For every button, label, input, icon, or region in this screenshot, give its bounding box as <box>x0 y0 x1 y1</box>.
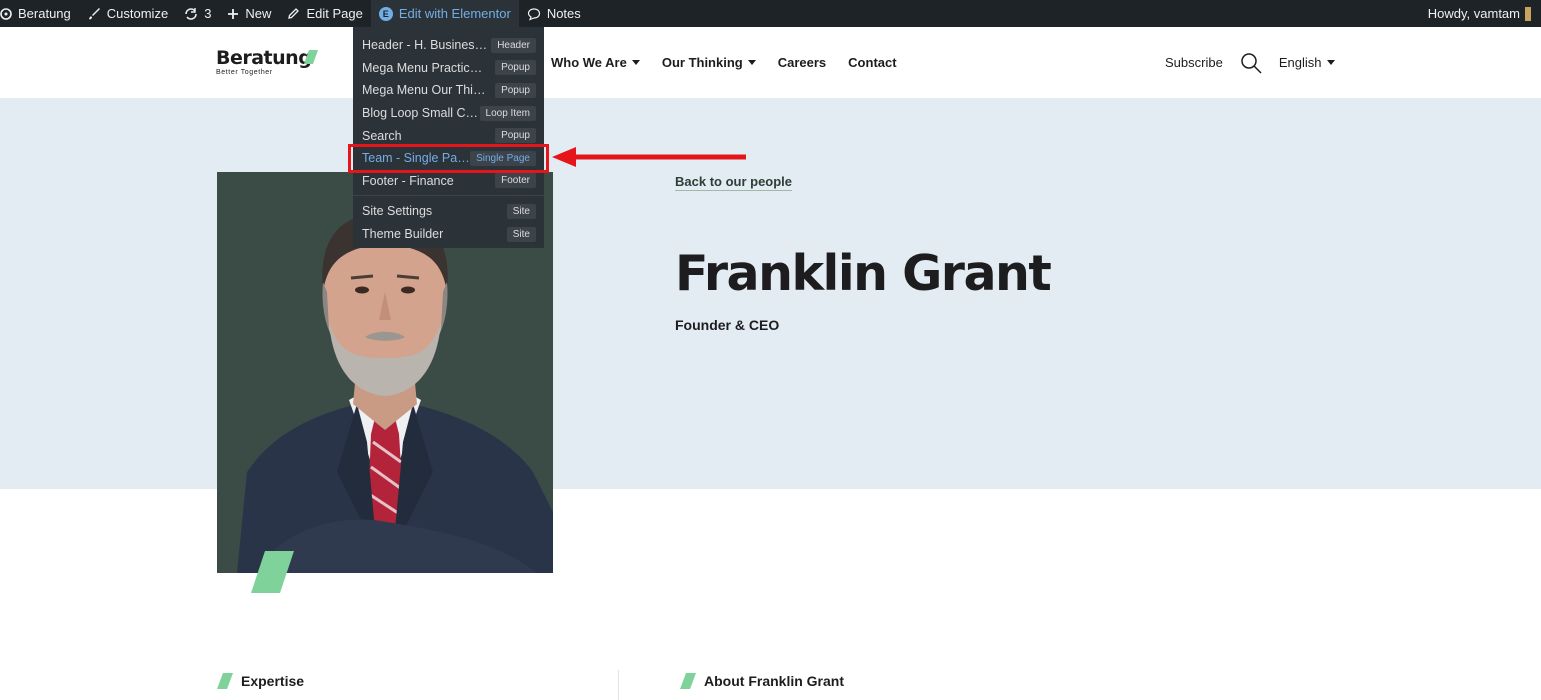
logo-tagline: Better Together <box>216 69 273 76</box>
menu-item-tag: Popup <box>495 82 536 98</box>
menu-item-header-template[interactable]: Header - H. Business ... Header <box>353 34 544 57</box>
menu-item-tag: Header <box>491 37 536 53</box>
menu-item-tag: Loop Item <box>479 105 536 121</box>
expertise-title: Expertise <box>241 673 305 689</box>
admin-bar-new[interactable]: New <box>219 0 279 27</box>
admin-bar-edit-with-elementor[interactable]: E Edit with Elementor <box>370 0 519 27</box>
about-title: About Franklin Grant <box>704 673 844 689</box>
caret-down-icon <box>1327 60 1336 65</box>
nav-item-contact[interactable]: Contact <box>848 55 896 70</box>
slash-icon <box>680 673 696 689</box>
menu-item-label: Blog Loop Small Co... <box>362 106 480 121</box>
menu-item-label: Mega Menu Our Thinki... <box>362 83 488 98</box>
menu-item-label: Search <box>362 128 402 143</box>
edit-page-label: Edit Page <box>306 6 363 21</box>
plus-icon <box>228 8 239 19</box>
elementor-templates-dropdown: Header - H. Business ... Header Mega Men… <box>348 27 549 248</box>
menu-item-tag: Popup <box>495 128 536 144</box>
about-heading: About Franklin Grant <box>680 673 844 689</box>
nav-label: Careers <box>777 55 827 70</box>
menu-item-tag: Single Page <box>470 150 536 166</box>
menu-item-label: Mega Menu Practice A... <box>362 60 488 75</box>
menu-item-mega-menu-practice[interactable]: Mega Menu Practice A... Popup <box>353 57 544 80</box>
dashboard-icon <box>0 7 12 20</box>
edit-with-elementor-label: Edit with Elementor <box>398 6 511 21</box>
logo-wordmark: Beratung <box>216 47 312 69</box>
menu-item-site-settings[interactable]: Site Settings Site <box>353 200 544 223</box>
menu-item-tag: Footer <box>495 173 536 189</box>
brush-icon <box>88 7 100 19</box>
admin-bar-site-name[interactable]: Beratung <box>0 0 79 27</box>
site-header: Beratung Better Together Who We Are Our … <box>0 27 1541 98</box>
caret-down-icon <box>747 60 756 65</box>
caret-down-icon <box>631 60 640 65</box>
admin-bar-updates[interactable]: 3 <box>176 0 219 27</box>
column-divider <box>618 670 619 700</box>
nav-label: Contact <box>848 55 897 70</box>
elementor-icon: E <box>378 6 393 21</box>
main-nav: Who We Are Our Thinking Careers Contact <box>551 27 897 98</box>
menu-item-search[interactable]: Search Popup <box>353 124 544 147</box>
nav-label: Our Thinking <box>661 55 743 70</box>
language-label: English <box>1278 55 1322 70</box>
admin-bar-notes[interactable]: Notes <box>519 0 589 27</box>
slash-icon <box>217 673 233 689</box>
nav-label: Who We Are <box>551 55 627 70</box>
site-name-label: Beratung <box>18 6 71 21</box>
search-icon[interactable] <box>1240 52 1262 74</box>
accent-slash-icon <box>251 551 294 593</box>
menu-item-mega-menu-thinking[interactable]: Mega Menu Our Thinki... Popup <box>353 79 544 102</box>
menu-divider <box>353 195 544 197</box>
header-actions: Subscribe English <box>1165 27 1336 98</box>
menu-item-label: Team - Single Page <box>362 151 471 166</box>
menu-item-tag: Popup <box>495 60 536 76</box>
back-to-people-link[interactable]: Back to our people <box>675 174 793 191</box>
logo-slash-icon <box>304 50 318 64</box>
admin-bar-edit-page[interactable]: Edit Page <box>279 0 370 27</box>
menu-item-tag: Site <box>506 226 536 242</box>
site-logo[interactable]: Beratung Better Together <box>216 47 318 76</box>
nav-item-our-thinking[interactable]: Our Thinking <box>662 55 756 70</box>
updates-count: 3 <box>204 6 212 21</box>
menu-item-label: Footer - Finance <box>362 173 454 188</box>
admin-bar-my-account[interactable]: Howdy, vamtam <box>1428 0 1531 27</box>
menu-item-theme-builder[interactable]: Theme Builder Site <box>353 223 544 246</box>
menu-item-blog-loop[interactable]: Blog Loop Small Co... Loop Item <box>353 102 544 125</box>
notes-label: Notes <box>546 6 581 21</box>
refresh-icon <box>185 7 197 20</box>
admin-bar-customize[interactable]: Customize <box>79 0 176 27</box>
expertise-heading: Expertise <box>217 673 304 689</box>
menu-item-footer-finance[interactable]: Footer - Finance Footer <box>353 170 544 193</box>
menu-item-label: Site Settings <box>362 204 433 219</box>
new-label: New <box>245 6 272 21</box>
wp-admin-bar: Beratung Customize 3 New Edit Page E Edi… <box>0 0 1541 27</box>
speech-bubble-icon <box>527 7 540 21</box>
nav-item-careers[interactable]: Careers <box>778 55 826 70</box>
howdy-label: Howdy, vamtam <box>1427 6 1520 21</box>
menu-item-tag: Site <box>506 203 536 219</box>
person-role: Founder & CEO <box>675 317 780 333</box>
annotation-arrow-icon <box>552 147 746 167</box>
menu-item-team-single-page[interactable]: Team - Single Page Single Page <box>348 144 549 173</box>
customize-label: Customize <box>106 6 169 21</box>
nav-item-who-we-are[interactable]: Who We Are <box>551 55 640 70</box>
language-switcher[interactable]: English <box>1279 55 1336 70</box>
pencil-icon <box>288 8 300 19</box>
subscribe-link[interactable]: Subscribe <box>1165 55 1223 70</box>
avatar <box>1525 6 1531 21</box>
person-name: Franklin Grant <box>675 245 1052 302</box>
menu-item-label: Theme Builder <box>362 227 444 242</box>
menu-item-label: Header - H. Business ... <box>362 38 488 53</box>
